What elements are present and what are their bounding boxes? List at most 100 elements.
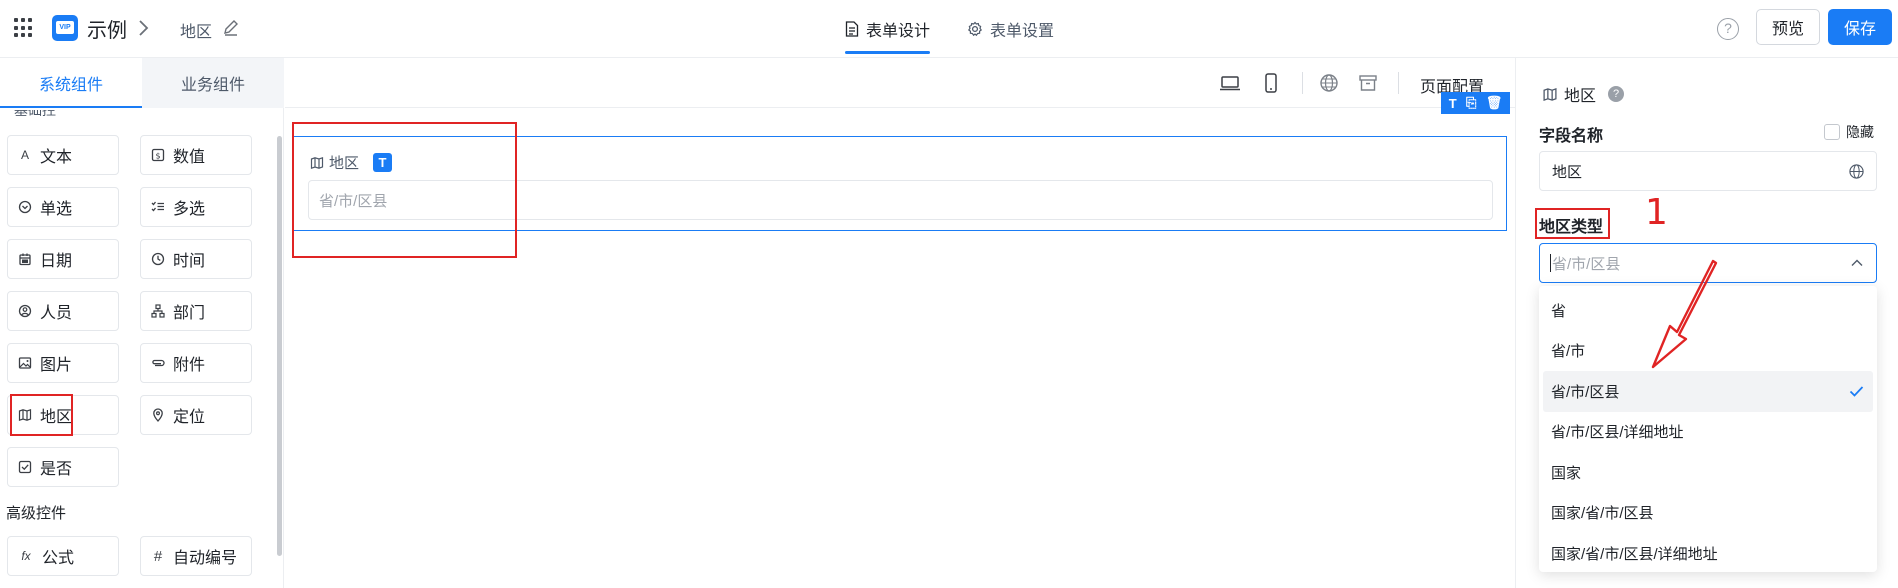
annotation-highlight-box — [10, 394, 73, 436]
clock-icon — [151, 252, 165, 266]
option-label: 省/市 — [1551, 343, 1586, 361]
dropdown-option-selected[interactable]: 省/市/区县 — [1543, 371, 1873, 412]
properties-title: 地区 ? — [1542, 82, 1625, 106]
chevron-right-icon — [139, 20, 149, 36]
advanced-section-label: 高级控件 — [6, 505, 67, 522]
number-icon: $ — [151, 148, 165, 162]
toolbar-divider — [1398, 72, 1399, 94]
image-icon — [18, 357, 32, 369]
component-label: 公式 — [42, 550, 75, 567]
component-label: 多选 — [173, 201, 206, 218]
archive-icon[interactable] — [1357, 72, 1379, 94]
tab-form-design[interactable]: 表单设计 — [845, 0, 931, 58]
component-label: 单选 — [40, 201, 73, 218]
save-button[interactable]: 保存 — [1828, 9, 1892, 45]
component-radio[interactable]: 单选 — [7, 187, 119, 227]
annotation-highlight-box — [292, 122, 517, 258]
component-label: 数值 — [173, 149, 206, 166]
component-label: 时间 — [173, 253, 206, 270]
calendar-icon — [19, 253, 31, 266]
preview-button[interactable]: 预览 — [1756, 9, 1820, 45]
component-label: 是否 — [40, 461, 73, 478]
region-type-value: 省/市/区县 — [1552, 255, 1621, 273]
component-label: 人员 — [40, 305, 73, 322]
component-label: 自动编号 — [173, 550, 238, 567]
hide-checkbox[interactable]: 隐藏 — [1824, 122, 1874, 142]
dropdown-option[interactable]: 国家/省/市/区县 — [1539, 493, 1877, 534]
component-department[interactable]: 部门 — [140, 291, 252, 331]
form-title: 地区 — [180, 24, 213, 41]
vip-logo-icon: VIP — [52, 15, 78, 41]
dropdown-option[interactable]: 国家/省/市/区县/详细地址 — [1539, 533, 1877, 574]
active-tab-underline — [0, 106, 142, 108]
field-name-input[interactable]: 地区 — [1539, 151, 1877, 191]
svg-text:$: $ — [155, 152, 160, 161]
hash-icon: # — [153, 547, 163, 565]
app-name[interactable]: 示例 — [87, 14, 127, 43]
canvas-toolbar: 页面配置 — [285, 58, 1515, 108]
option-label: 省/市/区县/详细地址 — [1551, 424, 1684, 442]
copy-icon[interactable]: ⎘ — [1466, 95, 1476, 111]
scrollbar[interactable] — [277, 136, 282, 556]
field-toolbar: T ⎘ 🗑 — [1441, 92, 1510, 114]
component-auto-number[interactable]: # 自动编号 — [140, 536, 252, 576]
globe-icon[interactable] — [1848, 163, 1865, 180]
properties-title-text: 地区 — [1564, 88, 1597, 105]
help-icon[interactable]: ? — [1608, 86, 1625, 102]
option-label: 省 — [1551, 302, 1567, 320]
component-location[interactable]: 定位 — [140, 395, 252, 435]
component-yes-no[interactable]: 是否 — [7, 447, 119, 487]
dropdown-option[interactable]: 国家 — [1539, 452, 1877, 493]
annotation-number: 1 — [1645, 192, 1668, 233]
globe-icon[interactable] — [1318, 72, 1340, 94]
paperclip-icon — [152, 359, 165, 367]
option-label: 国家/省/市/区县/详细地址 — [1551, 545, 1718, 563]
app-grid-icon[interactable] — [14, 18, 34, 38]
component-formula[interactable]: fx 公式 — [7, 536, 119, 576]
option-label: 国家/省/市/区县 — [1551, 505, 1654, 523]
desktop-view-icon[interactable] — [1219, 72, 1241, 94]
chevron-up-icon — [1851, 259, 1863, 266]
component-date[interactable]: 日期 — [7, 239, 119, 279]
mobile-view-icon[interactable] — [1260, 72, 1282, 94]
component-label: 日期 — [40, 253, 73, 270]
document-icon — [845, 21, 859, 37]
component-label: 定位 — [173, 409, 206, 426]
map-icon — [1543, 87, 1557, 101]
dropdown-option[interactable]: 省/市/区县/详细地址 — [1539, 412, 1877, 453]
gear-icon — [967, 21, 983, 37]
checkbox-box[interactable] — [1824, 124, 1840, 140]
toolbar-divider — [1302, 72, 1303, 94]
basic-section-label: 基础控件 — [14, 110, 56, 118]
checkmark-icon — [1849, 386, 1864, 397]
help-icon[interactable]: ? — [1717, 18, 1739, 40]
component-image[interactable]: 图片 — [7, 343, 119, 383]
org-icon — [151, 304, 165, 318]
tab-form-settings[interactable]: 表单设置 — [967, 0, 1054, 58]
location-pin-icon — [153, 408, 163, 422]
option-label: 国家 — [1551, 464, 1582, 482]
component-number[interactable]: $ 数值 — [140, 135, 252, 175]
component-tabs: 系统组件 业务组件 — [0, 58, 284, 108]
component-text[interactable]: A 文本 — [7, 135, 119, 175]
component-attachment[interactable]: 附件 — [140, 343, 252, 383]
delete-icon[interactable]: 🗑 — [1486, 95, 1503, 111]
component-multiselect[interactable]: 多选 — [140, 187, 252, 227]
component-label: 文本 — [40, 149, 73, 166]
field-name-value: 地区 — [1552, 163, 1583, 181]
text-a-icon: A — [20, 148, 29, 162]
tab-business-components[interactable]: 业务组件 — [142, 58, 284, 108]
top-bar: VIP 示例 地区 表单设计 表单设置 ? 预览 保存 — [0, 0, 1898, 58]
checklist-icon — [151, 201, 164, 212]
tab-label: 表单设置 — [990, 23, 1055, 40]
text-style-icon[interactable]: T — [1449, 96, 1457, 111]
edit-pencil-icon[interactable] — [222, 19, 240, 37]
annotation-arrow-icon — [1651, 259, 1718, 369]
component-time[interactable]: 时间 — [140, 239, 252, 279]
component-person[interactable]: 人员 — [7, 291, 119, 331]
component-label: 附件 — [173, 357, 206, 374]
tab-system-components[interactable]: 系统组件 — [0, 58, 142, 108]
user-icon — [18, 304, 32, 318]
radio-icon — [18, 200, 32, 214]
text-caret — [1550, 254, 1551, 272]
